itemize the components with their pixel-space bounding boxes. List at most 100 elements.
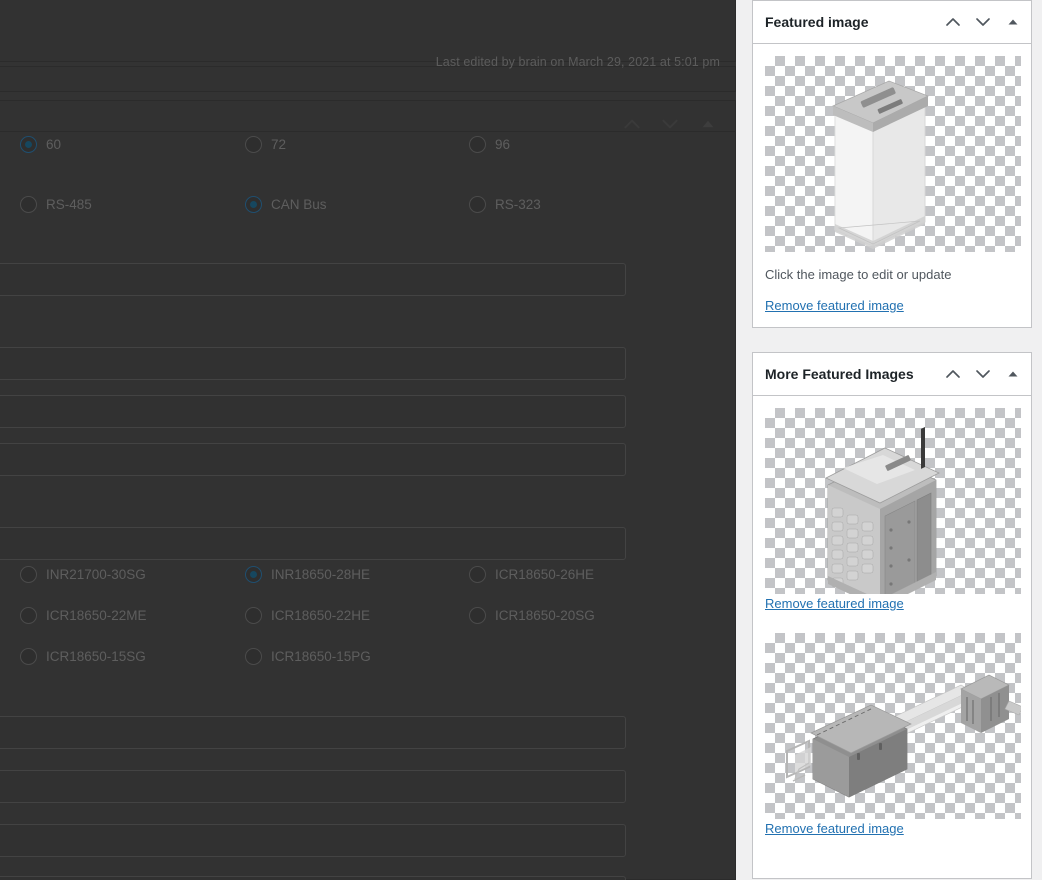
radio-label: ICR18650-22HE [271, 607, 371, 623]
radio-label: RS-485 [46, 196, 92, 212]
more-featured-image-thumbnail[interactable] [765, 633, 1021, 820]
radio-option-icr18650-20sg[interactable]: ICR18650-20SG [469, 607, 595, 624]
radio-option-canbus[interactable]: CAN Bus [245, 196, 327, 213]
radio-label: ICR18650-20SG [495, 607, 595, 623]
panel-toggle-button[interactable] [999, 354, 1027, 394]
radio-row: 60 72 96 [0, 136, 700, 177]
remove-featured-image-link[interactable]: Remove featured image [765, 596, 904, 611]
submit-metabox [0, 0, 736, 62]
radio-row: RS-485 CAN Bus RS-323 [0, 196, 700, 237]
panel-move-down-button[interactable] [969, 354, 997, 394]
radio-label: 72 [271, 136, 287, 152]
radio-option-inr18650-28he[interactable]: INR18650-28HE [245, 566, 370, 583]
chevron-up-icon [946, 370, 960, 379]
text-input-field[interactable] [0, 770, 626, 803]
radio-label: INR18650-28HE [271, 566, 371, 582]
radio-indicator [469, 566, 486, 583]
text-input-field[interactable] [0, 263, 626, 296]
radio-option-icr18650-22he[interactable]: ICR18650-22HE [245, 607, 370, 624]
dimmed-editor-column: Last edited by brain on March 29, 2021 a… [0, 0, 736, 880]
wordpress-post-editor-screen: Last edited by brain on March 29, 2021 a… [0, 0, 1042, 880]
remove-featured-image-link[interactable]: Remove featured image [765, 298, 904, 313]
panel-controls [939, 2, 1031, 42]
battery-module-render [831, 80, 929, 249]
radio-indicator [20, 196, 37, 213]
radio-option-60[interactable]: 60 [20, 136, 61, 153]
panel-move-up-button[interactable] [939, 354, 967, 394]
radio-indicator [469, 607, 486, 624]
radio-option-rs485[interactable]: RS-485 [20, 196, 92, 213]
radio-row: INR21700-30SG INR18650-28HE ICR18650-26H… [0, 566, 700, 607]
panel-move-down-button[interactable] [969, 2, 997, 42]
submit-metabox-footer [0, 66, 736, 92]
radio-option-icr18650-15pg[interactable]: ICR18650-15PG [245, 648, 371, 665]
more-featured-image-item: Remove featured image [765, 408, 1021, 613]
radio-option-inr21700-30sg[interactable]: INR21700-30SG [20, 566, 146, 583]
featured-image-hint: Click the image to edit or update [765, 267, 952, 282]
panel-controls [939, 354, 1031, 394]
radio-indicator [245, 566, 262, 583]
text-input-field[interactable] [0, 876, 626, 880]
radio-indicator [469, 136, 486, 153]
text-input-field[interactable] [0, 527, 626, 560]
radio-label: ICR18650-15SG [46, 648, 146, 664]
radio-label: ICR18650-15PG [271, 648, 371, 664]
radio-indicator [245, 607, 262, 624]
text-input-field[interactable] [0, 443, 626, 476]
text-input-field[interactable] [0, 716, 626, 749]
battery-pack-internal-render [825, 427, 940, 595]
radio-label: ICR18650-26HE [495, 566, 595, 582]
radio-indicator [20, 607, 37, 624]
radio-option-72[interactable]: 72 [245, 136, 286, 153]
featured-image-panel: Featured image Click the image to edit o… [752, 0, 1032, 329]
panel-toggle-button[interactable] [999, 2, 1027, 42]
more-featured-image-thumbnail[interactable] [765, 408, 1021, 595]
radio-label: ICR18650-22ME [46, 607, 147, 623]
text-input-field[interactable] [0, 824, 626, 857]
last-edited-text: Last edited by brain on March 29, 2021 a… [435, 55, 720, 69]
more-featured-images-panel-title: More Featured Images [765, 366, 914, 383]
chevron-down-icon [976, 370, 990, 379]
more-featured-image-item: Remove featured image [765, 633, 1021, 838]
metabox-header-divider [0, 131, 736, 132]
radio-label: 60 [46, 136, 62, 152]
radio-indicator [245, 648, 262, 665]
featured-image-panel-header: Featured image [753, 1, 1031, 44]
radio-indicator [20, 566, 37, 583]
radio-option-96[interactable]: 96 [469, 136, 510, 153]
more-featured-images-panel-header: More Featured Images [753, 353, 1031, 397]
radio-option-icr18650-22me[interactable]: ICR18650-22ME [20, 607, 147, 624]
featured-image-panel-title: Featured image [765, 14, 869, 30]
radio-row: ICR18650-22ME ICR18650-22HE ICR18650-20S… [0, 607, 700, 648]
triangle-up-icon [1008, 371, 1018, 377]
more-featured-images-panel-body: Remove featured image Remove featured im… [753, 396, 1031, 878]
triangle-up-icon [1008, 19, 1018, 25]
radio-row: ICR18650-15SG ICR18650-15PG [0, 648, 700, 689]
featured-image-thumbnail[interactable] [765, 56, 1021, 252]
radio-indicator [245, 196, 262, 213]
chevron-down-icon [976, 18, 990, 26]
editor-sidebar: Featured image Click the image to edit o… [752, 0, 1032, 880]
radio-indicator [469, 196, 486, 213]
comm-protocol-radio-group: RS-485 CAN Bus RS-323 [0, 196, 700, 237]
radio-label: CAN Bus [271, 196, 327, 212]
text-input-field[interactable] [0, 395, 626, 428]
remove-featured-image-link[interactable]: Remove featured image [765, 821, 904, 836]
radio-label: RS-323 [495, 196, 541, 212]
radio-indicator [20, 648, 37, 665]
cell-count-radio-group: 60 72 96 [0, 136, 700, 177]
featured-image-panel-body: Click the image to edit or update Remove… [753, 44, 1031, 327]
radio-indicator [245, 136, 262, 153]
busbar-assembly-render [786, 674, 1021, 798]
radio-option-icr18650-15sg[interactable]: ICR18650-15SG [20, 648, 146, 665]
radio-indicator [20, 136, 37, 153]
panel-move-up-button[interactable] [939, 2, 967, 42]
chevron-up-icon [946, 18, 960, 26]
radio-option-rs323[interactable]: RS-323 [469, 196, 541, 213]
radio-option-icr18650-26he[interactable]: ICR18650-26HE [469, 566, 594, 583]
text-input-field[interactable] [0, 347, 626, 380]
radio-label: INR21700-30SG [46, 566, 146, 582]
panel-bottom-spacer [765, 838, 1019, 866]
more-featured-images-panel: More Featured Images Remove featured ima… [752, 352, 1032, 880]
radio-label: 96 [495, 136, 511, 152]
